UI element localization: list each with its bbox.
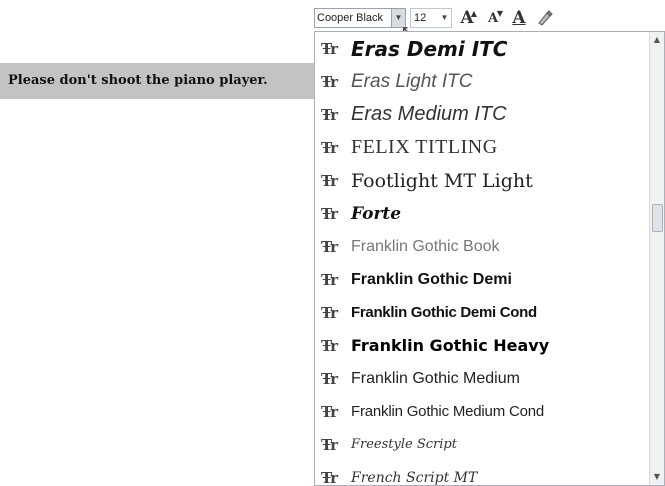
font-item-label: French Script MT	[351, 469, 478, 486]
font-dropdown-list[interactable]: Ŧr Eras Demi ITC Ŧr Eras Light ITC Ŧr Eras …	[314, 31, 665, 486]
font-list-item[interactable]: Ŧr Franklin Gothic Medium Cond	[315, 395, 649, 428]
font-name-combo[interactable]: Cooper Black ▼	[314, 8, 406, 28]
font-item-label: Eras Demi ITC	[351, 36, 508, 61]
font-item-label: Eras Light ITC	[351, 70, 473, 92]
font-item-label: Franklin Gothic Medium	[351, 369, 520, 387]
font-list-item[interactable]: Ŧr Franklin Gothic Book	[315, 230, 649, 263]
font-item-label: Forte	[351, 203, 402, 224]
font-size-dropdown-arrow-icon[interactable]: ▼	[438, 9, 451, 27]
truetype-font-icon: Ŧr	[321, 105, 338, 124]
font-list-item[interactable]: Ŧr Franklin Gothic Demi	[315, 263, 649, 296]
font-item-label: Franklin Gothic Medium Cond	[351, 403, 545, 420]
scroll-down-arrow-icon[interactable]: ▼	[650, 469, 664, 485]
font-color-icon: A	[512, 8, 526, 28]
format-painter-icon	[538, 10, 553, 26]
font-size-combo[interactable]: 12 ▼	[410, 8, 452, 28]
truetype-font-icon: Ŧr	[321, 270, 338, 289]
font-color-button[interactable]: A	[508, 8, 530, 28]
truetype-font-icon: Ŧr	[321, 402, 338, 421]
font-list-item[interactable]: Ŧr Forte	[315, 197, 649, 230]
truetype-font-icon: Ŧr	[321, 39, 338, 58]
font-list-item[interactable]: Ŧr Eras Demi ITC	[315, 32, 649, 65]
font-list-items: Ŧr Eras Demi ITC Ŧr Eras Light ITC Ŧr Eras …	[315, 32, 649, 486]
font-item-label: Footlight MT Light	[351, 169, 533, 192]
font-list-item[interactable]: Ŧr French Script MT	[315, 461, 649, 486]
font-size-value: 12	[414, 12, 427, 24]
font-item-label: Franklin Gothic Demi Cond	[351, 304, 537, 321]
font-list-item[interactable]: Ŧr Freestyle Script	[315, 428, 649, 461]
font-item-label: Franklin Gothic Heavy	[351, 336, 550, 355]
font-list-item[interactable]: Ŧr Franklin Gothic Heavy	[315, 329, 649, 362]
font-list-item[interactable]: Ŧr Franklin Gothic Demi Cond	[315, 296, 649, 329]
font-item-label: Freestyle Script	[351, 437, 457, 452]
font-item-label: Franklin Gothic Book	[351, 237, 500, 255]
shrink-font-button[interactable]: A ▼	[482, 8, 504, 28]
font-list-scrollbar[interactable]: ▲ ▼	[649, 32, 664, 485]
truetype-font-icon: Ŧr	[321, 72, 338, 91]
font-item-label: Franklin Gothic Demi	[351, 270, 512, 288]
selected-document-text[interactable]: Please don't shoot the piano player.	[0, 63, 316, 99]
scroll-up-arrow-icon[interactable]: ▲	[650, 32, 664, 48]
font-list-item[interactable]: Ŧr Eras Medium ITC	[315, 98, 649, 131]
truetype-font-icon: Ŧr	[321, 435, 338, 454]
font-item-label: Eras Medium ITC	[351, 103, 507, 125]
mini-toolbar: Cooper Black ▼ 12 ▼ A ▲ A ▼ A	[314, 5, 664, 31]
truetype-font-icon: Ŧr	[321, 171, 338, 190]
font-list-item[interactable]: Ŧr Footlight MT Light	[315, 164, 649, 197]
truetype-font-icon: Ŧr	[321, 369, 338, 388]
truetype-font-icon: Ŧr	[321, 138, 338, 157]
font-item-label: FELIX TITLING	[351, 136, 498, 158]
font-list-item[interactable]: Ŧr FELIX TITLING	[315, 131, 649, 164]
truetype-font-icon: Ŧr	[321, 303, 338, 322]
grow-font-button[interactable]: A ▲	[456, 8, 478, 28]
format-painter-button[interactable]	[534, 8, 556, 28]
scrollbar-thumb[interactable]	[652, 204, 663, 232]
truetype-font-icon: Ŧr	[321, 336, 338, 355]
font-name-value: Cooper Black	[317, 12, 384, 24]
font-list-item[interactable]: Ŧr Franklin Gothic Medium	[315, 362, 649, 395]
font-list-item[interactable]: Ŧr Eras Light ITC	[315, 65, 649, 98]
truetype-font-icon: Ŧr	[321, 237, 338, 256]
truetype-font-icon: Ŧr	[321, 468, 338, 486]
truetype-font-icon: Ŧr	[321, 204, 338, 223]
